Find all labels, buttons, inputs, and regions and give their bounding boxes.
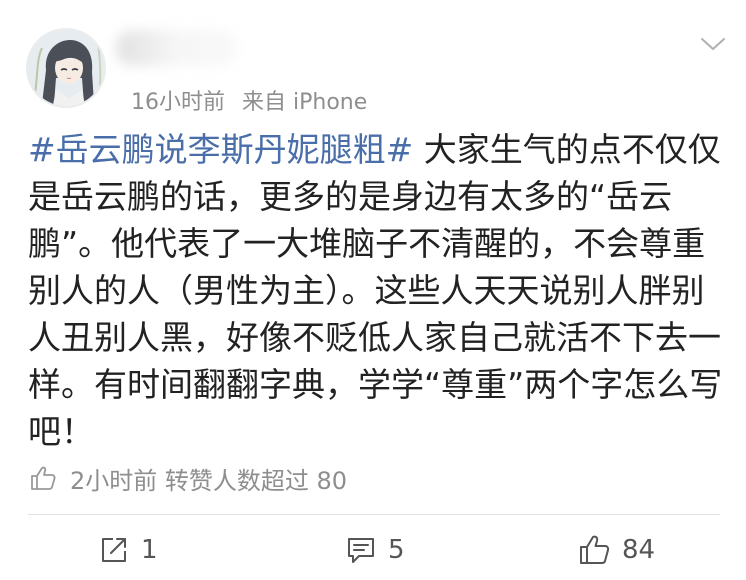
repost-button[interactable]: 1 <box>99 528 158 572</box>
like-count: 84 <box>622 535 656 565</box>
comment-count: 5 <box>388 535 405 565</box>
username-redacted <box>116 30 236 66</box>
comment-icon <box>348 538 374 563</box>
repost-info-text: 2小时前 转赞人数超过 80 <box>70 466 348 495</box>
post-body: #岳云鹏说李斯丹妮腿粗# 大家生气的点不仅仅是岳云鹏的话，更多的是身边有太多的“… <box>28 126 728 455</box>
share-icon <box>102 538 126 562</box>
hashtag-link[interactable]: #岳云鹏说李斯丹妮腿粗# <box>28 130 413 169</box>
post-source[interactable]: 来自 iPhone <box>242 90 367 115</box>
thumbs-up-icon <box>580 535 610 564</box>
repost-info: 2小时前 转赞人数超过 80 <box>30 458 347 498</box>
post-time: 16小时前 <box>131 90 225 115</box>
comment-button[interactable]: 5 <box>346 528 405 572</box>
divider <box>28 514 720 515</box>
chevron-down-icon[interactable] <box>700 34 726 54</box>
avatar-illustration <box>28 30 104 106</box>
repost-count: 1 <box>141 535 158 565</box>
like-button[interactable]: 84 <box>578 528 655 572</box>
avatar[interactable] <box>26 28 106 108</box>
post-body-text: 大家生气的点不仅仅是岳云鹏的话，更多的是身边有太多的“岳云鹏”。他代表了一大堆脑… <box>28 130 723 451</box>
post-meta: 16小时前 来自 iPhone <box>131 84 367 116</box>
thumbs-up-icon <box>31 466 56 490</box>
